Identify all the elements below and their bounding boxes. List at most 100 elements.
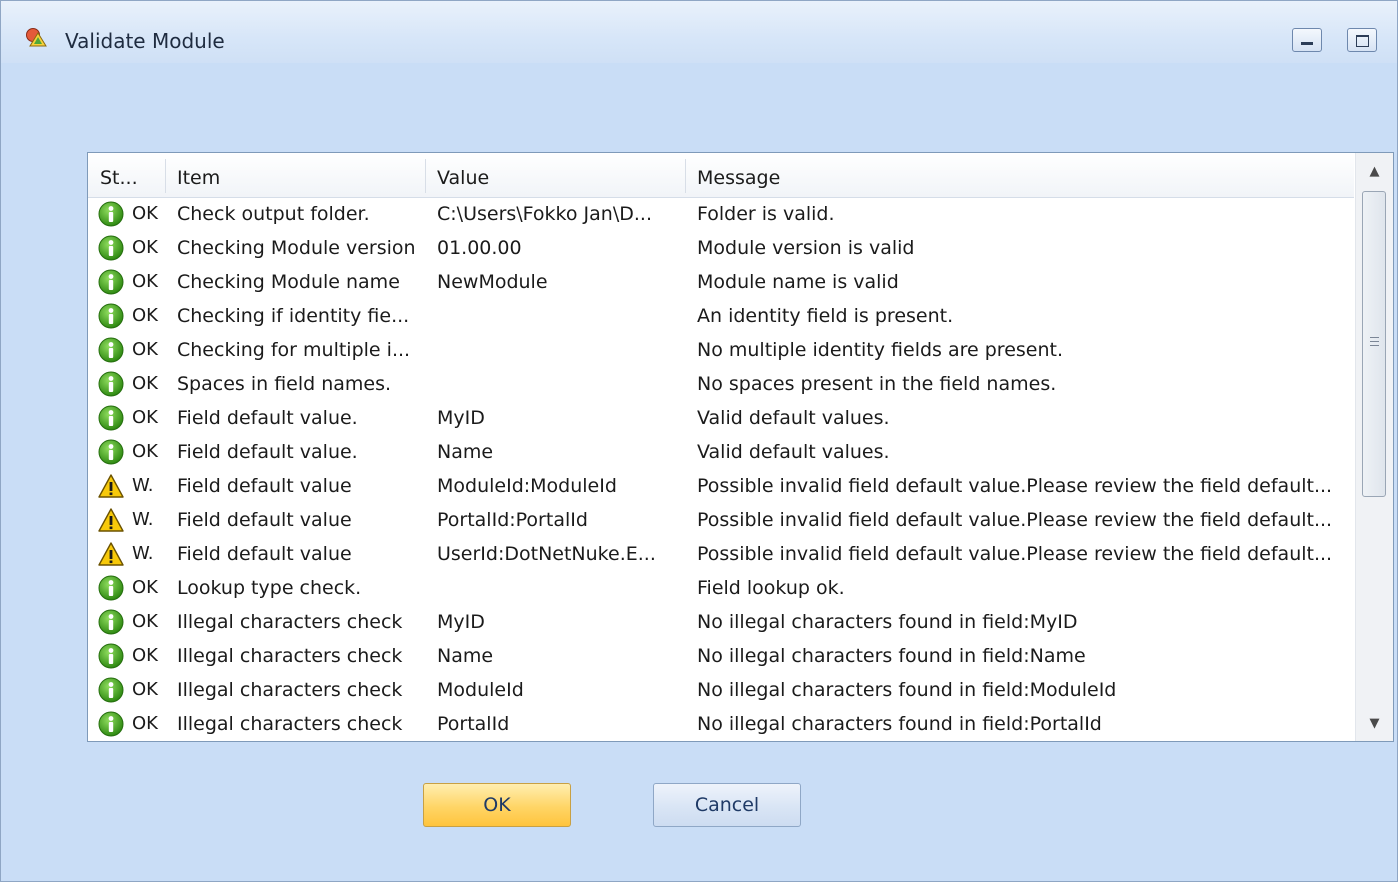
ok-button[interactable]: OK [423,783,571,827]
info-icon [98,643,124,669]
warning-icon [98,507,124,533]
message-cell: Possible invalid field default value.Ple… [697,543,1333,565]
table-row[interactable]: OK Check output folder. C:\Users\Fokko Jan… [88,197,1354,231]
table-row[interactable]: OK Field default value. MyID Valid default … [88,401,1354,435]
status-cell: OK [132,611,158,632]
info-icon [98,677,124,703]
message-cell: Possible invalid field default value.Ple… [697,509,1333,531]
status-cell: OK [132,577,158,598]
status-cell: OK [132,237,158,258]
column-divider[interactable] [685,159,686,193]
scrollbar-thumb[interactable] [1362,191,1386,497]
item-cell: Field default value. [177,441,358,463]
validation-grid[interactable]: St... Item Value Message OK Check output … [87,152,1394,742]
message-cell: No multiple identity fields are present. [697,339,1064,361]
table-row[interactable]: OK Checking if identity fie... An identity… [88,299,1354,333]
item-cell: Illegal characters check [177,645,403,667]
message-cell: Module name is valid [697,271,899,293]
table-row[interactable]: OK Checking Module version 01.00.00 Module … [88,231,1354,265]
status-cell: OK [132,339,158,360]
column-header-message[interactable]: Message [697,153,780,197]
table-row[interactable]: W. Field default value ModuleId:ModuleId Po… [88,469,1354,503]
item-cell: Lookup type check. [177,577,362,599]
warning-icon [98,541,124,567]
scroll-up-arrow-icon[interactable]: ▲ [1356,153,1393,189]
column-header-value[interactable]: Value [437,153,489,197]
maximize-button[interactable] [1347,28,1377,52]
info-icon [98,405,124,431]
status-cell: OK [132,645,158,666]
message-cell: No illegal characters found in field:Nam… [697,645,1086,667]
value-cell: NewModule [437,271,548,293]
message-cell: An identity field is present. [697,305,954,327]
item-cell: Illegal characters check [177,713,403,735]
info-icon [98,439,124,465]
value-cell: MyID [437,611,485,633]
value-cell: MyID [437,407,485,429]
item-cell: Field default value [177,509,352,531]
table-row[interactable]: W. Field default value UserId:DotNetNuke.E… [88,537,1354,571]
item-cell: Checking Module version [177,237,416,259]
item-cell: Checking for multiple i... [177,339,411,361]
item-cell: Checking Module name [177,271,400,293]
item-cell: Checking if identity fie... [177,305,410,327]
column-divider[interactable] [165,159,166,193]
title-bar[interactable]: Validate Module [1,1,1397,63]
status-cell: OK [132,305,158,326]
item-cell: Check output folder. [177,203,370,225]
cancel-button[interactable]: Cancel [653,783,801,827]
value-cell: ModuleId [437,679,524,701]
info-icon [98,269,124,295]
table-row[interactable]: OK Lookup type check. Field lookup ok. [88,571,1354,605]
value-cell: Name [437,645,494,667]
table-row[interactable]: OK Spaces in field names. No spaces presen… [88,367,1354,401]
item-cell: Field default value [177,475,352,497]
table-row[interactable]: OK Field default value. Name Valid default … [88,435,1354,469]
value-cell: Name [437,441,494,463]
value-cell: PortalId [437,713,510,735]
column-header-status[interactable]: St... [100,153,138,197]
message-cell: No illegal characters found in field:MyI… [697,611,1078,633]
info-icon [98,337,124,363]
info-icon [98,201,124,227]
item-cell: Spaces in field names. [177,373,392,395]
status-cell: W. [132,543,154,564]
value-cell [437,299,677,333]
column-divider[interactable] [425,159,426,193]
status-cell: OK [132,679,158,700]
table-row[interactable]: OK Checking Module name NewModule Module na… [88,265,1354,299]
value-cell: C:\Users\Fokko Jan\D... [437,203,652,225]
vertical-scrollbar[interactable]: ▲ ▼ [1355,153,1393,741]
message-cell: Module version is valid [697,237,915,259]
info-icon [98,711,124,737]
scroll-down-arrow-icon[interactable]: ▼ [1356,705,1393,741]
value-cell: 01.00.00 [437,237,522,259]
item-cell: Field default value. [177,407,358,429]
status-cell: OK [132,271,158,292]
table-row[interactable]: OK Illegal characters check MyID No illegal… [88,605,1354,639]
table-row[interactable]: OK Checking for multiple i... No multiple … [88,333,1354,367]
item-cell: Illegal characters check [177,679,403,701]
table-row[interactable]: W. Field default value PortalId:PortalId Po… [88,503,1354,537]
message-cell: Possible invalid field default value.Ple… [697,475,1333,497]
message-cell: No illegal characters found in field:Por… [697,713,1102,735]
info-icon [98,609,124,635]
status-cell: W. [132,509,154,530]
item-cell: Illegal characters check [177,611,403,633]
value-cell: PortalId:PortalId [437,509,588,531]
message-cell: No spaces present in the field names. [697,373,1057,395]
info-icon [98,235,124,261]
message-cell: Folder is valid. [697,203,835,225]
status-cell: OK [132,203,158,224]
column-header-item[interactable]: Item [177,153,220,197]
status-cell: OK [132,407,158,428]
warning-icon [98,473,124,499]
validate-module-icon [26,28,47,47]
info-icon [98,575,124,601]
status-cell: OK [132,373,158,394]
table-row[interactable]: OK Illegal characters check PortalId No ill… [88,707,1354,741]
status-cell: OK [132,713,158,734]
minimize-button[interactable] [1292,28,1322,52]
table-row[interactable]: OK Illegal characters check Name No illegal… [88,639,1354,673]
table-row[interactable]: OK Illegal characters check ModuleId No ill… [88,673,1354,707]
